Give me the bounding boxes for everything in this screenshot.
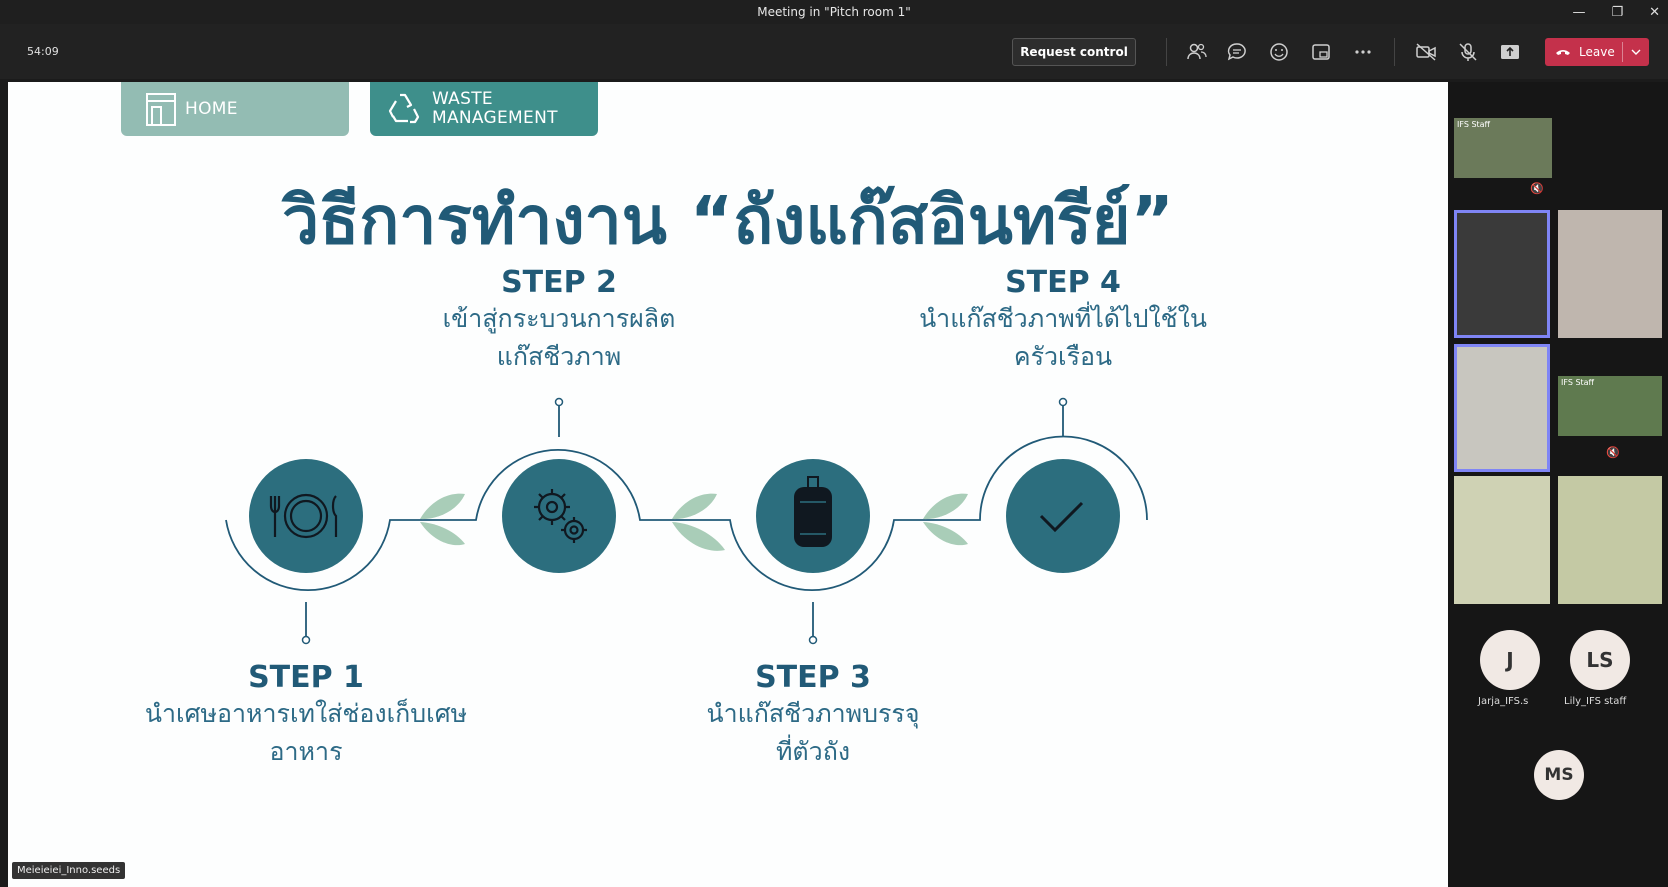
- phone-hangup-icon: [1556, 50, 1570, 55]
- leave-label: Leave: [1579, 45, 1615, 59]
- close-icon[interactable]: ✕: [1649, 5, 1660, 20]
- step1-desc-line1: นำเศษอาหารเทใส่ช่องเก็บเศษ: [144, 699, 468, 728]
- participants-icon[interactable]: [1186, 41, 1208, 63]
- step3-pin-dot: [808, 635, 818, 645]
- restore-icon[interactable]: ❐: [1611, 5, 1623, 20]
- step2-desc-line1: เข้าสู่กระบวนการผลิต: [442, 304, 676, 333]
- request-control-button[interactable]: Request control: [1012, 38, 1136, 66]
- camera-off-icon[interactable]: [1415, 41, 1437, 63]
- chevron-down-icon[interactable]: [1631, 44, 1641, 60]
- step4-circle: [1006, 459, 1120, 573]
- step2-block: STEP 2 เข้าสู่กระบวนการผลิต แก๊สชีวภาพ: [399, 265, 719, 376]
- meeting-timer: 54:09: [27, 45, 59, 58]
- leave-button[interactable]: Leave: [1545, 38, 1649, 66]
- avatar-name: Jarja_IFS.s: [1478, 696, 1529, 707]
- step3-desc-line2: ที่ตัวถัง: [775, 737, 851, 766]
- step1-desc-line2: อาหาร: [269, 737, 343, 766]
- participant-video-tile[interactable]: [1558, 476, 1662, 604]
- participants-panel: IFS Staff 🔇 IFS Staff 🔇 J Jarja_IFS.s LS…: [1448, 82, 1668, 887]
- participant-video-tile[interactable]: IFS Staff: [1454, 118, 1552, 178]
- step3-title: STEP 3: [755, 660, 871, 695]
- toolbar-divider: [1166, 38, 1167, 66]
- step4-title: STEP 4: [1005, 265, 1121, 300]
- participant-video-tile[interactable]: [1454, 210, 1550, 338]
- participant-video-tile[interactable]: [1558, 210, 1662, 338]
- step1-circle: [249, 459, 363, 573]
- step3-desc-line1: นำแก๊สชีวภาพบรรจุ: [706, 699, 920, 728]
- toolbar-divider: [1394, 38, 1395, 66]
- window-titlebar: Meeting in "Pitch room 1" — ❐ ✕: [0, 0, 1668, 24]
- step2-title: STEP 2: [501, 265, 617, 300]
- presenter-name-tag: Meieieiei_Inno.seeds: [12, 862, 126, 879]
- reactions-icon[interactable]: [1268, 41, 1290, 63]
- more-options-icon[interactable]: [1352, 41, 1374, 63]
- window-controls: — ❐ ✕: [1572, 0, 1660, 24]
- leaf-icon: [672, 493, 725, 551]
- avatar[interactable]: LS: [1570, 630, 1630, 690]
- chat-icon[interactable]: [1226, 41, 1248, 63]
- step3-block: STEP 3 นำแก๊สชีวภาพบรรจุ ที่ตัวถัง: [653, 660, 973, 771]
- step2-desc-line2: แก๊สชีวภาพ: [496, 342, 622, 371]
- shared-slide: HOME WASTE MANAGEMENT วิธีการทำงาน “ถังแ…: [8, 82, 1448, 887]
- mic-off-icon[interactable]: [1457, 41, 1479, 63]
- participant-video-tile[interactable]: IFS Staff: [1558, 376, 1662, 436]
- step2-pin-dot: [554, 397, 564, 407]
- minimize-icon[interactable]: —: [1572, 5, 1585, 20]
- participant-video-tile[interactable]: [1454, 344, 1550, 472]
- step1-title: STEP 1: [248, 660, 364, 695]
- share-screen-icon[interactable]: [1499, 41, 1521, 63]
- mic-off-icon: 🔇: [1530, 182, 1544, 195]
- step2-circle: [502, 459, 616, 573]
- mic-off-icon: 🔇: [1606, 446, 1620, 459]
- tile-label: IFS Staff: [1457, 120, 1491, 129]
- avatar[interactable]: MS: [1534, 750, 1584, 800]
- leave-divider: [1622, 42, 1623, 62]
- window-title: Meeting in "Pitch room 1": [757, 5, 911, 19]
- step1-pin-dot: [301, 635, 311, 645]
- step4-desc-line2: ครัวเรือน: [1013, 342, 1113, 371]
- rooms-icon[interactable]: [1310, 41, 1332, 63]
- participant-video-tile[interactable]: [1454, 476, 1550, 604]
- tile-label: IFS Staff: [1561, 378, 1595, 387]
- avatar[interactable]: J: [1480, 630, 1540, 690]
- meeting-toolbar: 54:09 Request control Leave: [0, 24, 1668, 79]
- step1-block: STEP 1 นำเศษอาหารเทใส่ช่องเก็บเศษ อาหาร: [106, 660, 506, 771]
- step4-block: STEP 4 นำแก๊สชีวภาพที่ได้ไปใช้ใน ครัวเรื…: [888, 265, 1238, 376]
- step4-pin-dot: [1058, 397, 1068, 407]
- step4-desc-line1: นำแก๊สชีวภาพที่ได้ไปใช้ใน: [919, 304, 1207, 333]
- avatar-name: Lily_IFS staff: [1564, 696, 1627, 707]
